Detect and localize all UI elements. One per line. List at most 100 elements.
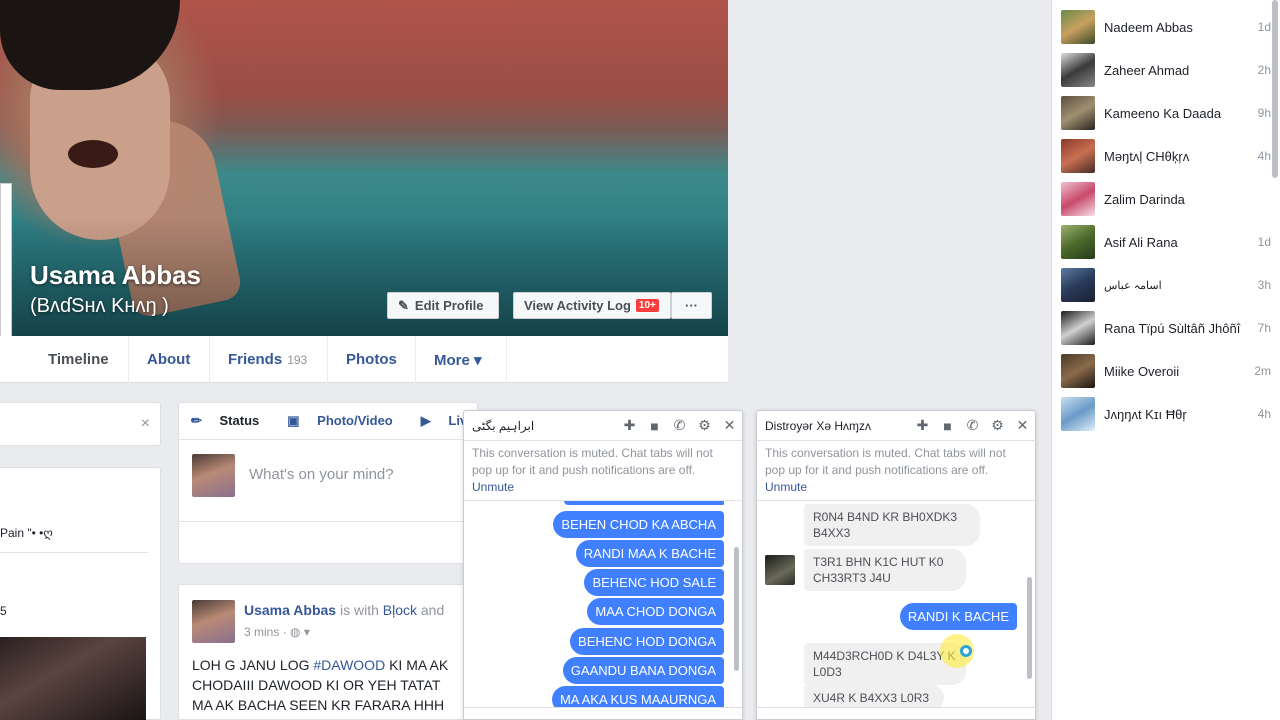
post-header: Usama Abbas is with Bļock and	[244, 602, 444, 618]
message-bubble-incoming: T3R1 BHN K1C HUT K0 CH33RT3 J4U	[804, 549, 966, 591]
video-call-icon[interactable]: ■	[935, 418, 960, 434]
tab-friends[interactable]: Friends 193	[210, 336, 328, 383]
unmute-link[interactable]: Unmute	[472, 480, 514, 494]
photo-thumbnail[interactable]	[0, 637, 146, 720]
close-icon[interactable]: ×	[141, 415, 150, 433]
unmute-link[interactable]: Unmute	[765, 480, 807, 494]
contact-item[interactable]: Rana Tïpú Sùltâñ Jhôñî 7h	[1061, 310, 1271, 346]
message-bubble: RANDI K BACHE	[899, 603, 1017, 630]
muted-notice: This conversation is muted. Chat tabs wi…	[464, 441, 742, 501]
contact-item[interactable]: Məŋtʌļ CНθķŗʌ 4h	[1061, 138, 1271, 174]
contact-name: Rana Tïpú Sùltâñ Jhôñî	[1104, 320, 1241, 336]
chat-input[interactable]	[464, 707, 742, 719]
chat-window-2: Distroyər Xə Hʌɱzʌ ✚ ■ ✆ ⚙ ✕ This conver…	[756, 410, 1036, 720]
phone-icon[interactable]: ✆	[960, 417, 985, 434]
close-icon[interactable]: ✕	[717, 417, 742, 434]
chat-header[interactable]: Distroyər Xə Hʌɱzʌ ✚ ■ ✆ ⚙ ✕	[757, 411, 1035, 441]
contact-item[interactable]: اسامہ عباس 3h	[1061, 267, 1271, 303]
edit-profile-button[interactable]: ✎ Edit Profile	[387, 292, 499, 319]
status-composer: ✏ Status ▣ Photo/Video ▶ Live video What…	[178, 402, 478, 564]
contact-avatar	[1061, 225, 1095, 259]
contact-name: Zaheer Ahmad	[1104, 62, 1190, 78]
globe-icon[interactable]: · ◍ ▾	[283, 625, 310, 639]
tab-photos[interactable]: Photos	[328, 336, 416, 383]
message-bubble-incoming: XU4R K B4XX3 L0R3	[804, 685, 944, 707]
contact-time: 3h	[1257, 278, 1271, 292]
post-with: is with	[339, 602, 379, 618]
tab-about[interactable]: About	[129, 336, 210, 383]
contact-name: Məŋtʌļ CНθķŗʌ	[1104, 148, 1190, 164]
contact-item[interactable]: Nadeem Abbas 1d	[1061, 9, 1271, 45]
composer-avatar[interactable]	[192, 454, 235, 497]
contact-item[interactable]: Asif Ali Rana 1d	[1061, 224, 1271, 260]
view-activity-log-button[interactable]: View Activity Log 10+	[513, 292, 671, 319]
composer-photo-tab[interactable]: ▣ Photo/Video	[287, 413, 407, 429]
post-and: and	[420, 602, 445, 618]
post-tagged[interactable]: Bļock	[383, 602, 417, 618]
edit-profile-label: Edit Profile	[414, 298, 484, 313]
seen-indicator-icon	[960, 645, 972, 657]
profile-name[interactable]: Usama Abbas	[30, 260, 201, 291]
add-people-icon[interactable]: ✚	[910, 417, 935, 434]
status-input[interactable]: What's on your mind?	[249, 466, 394, 483]
message-bubble: MA AKA KUS MAAURNGA	[551, 686, 724, 707]
post-time[interactable]: 3 mins	[244, 625, 279, 639]
composer-tabs: ✏ Status ▣ Photo/Video ▶ Live video	[179, 403, 477, 440]
contact-time: 2h	[1257, 63, 1271, 77]
profile-nav: Timeline About Friends 193 Photos More ▾	[0, 336, 728, 383]
sender-avatar[interactable]	[765, 555, 795, 585]
message-bubble-partial	[564, 501, 724, 505]
composer-status-tab[interactable]: ✏ Status	[191, 413, 273, 429]
phone-icon[interactable]: ✆	[667, 417, 692, 434]
pencil-icon: ✏	[191, 413, 206, 428]
intro-number: 5	[0, 604, 7, 618]
chat-scrollbar[interactable]	[734, 547, 739, 671]
chat-title[interactable]: ابراہیم بگٹی	[472, 419, 617, 433]
contact-item[interactable]: Kameeno Ka Daada 9h	[1061, 95, 1271, 131]
tab-friends-label: Friends	[228, 351, 283, 368]
tab-photos-label: Photos	[346, 351, 397, 368]
sidebar-scrollbar[interactable]	[1272, 0, 1278, 178]
status-label: Status	[219, 413, 260, 428]
message-bubble-incoming: R0N4 B4ND KR BH0XDK3 B4XX3	[804, 504, 980, 546]
chat-title[interactable]: Distroyər Xə Hʌɱzʌ	[765, 419, 910, 433]
contact-avatar	[1061, 139, 1095, 173]
contact-avatar	[1061, 311, 1095, 345]
contact-name: Zalim Darinda	[1104, 191, 1185, 207]
contact-item[interactable]: Zaheer Ahmad 2h	[1061, 52, 1271, 88]
contact-item[interactable]: Miike Overoii 2m	[1061, 353, 1271, 389]
contact-name: Nadeem Abbas	[1104, 19, 1193, 35]
message-bubble: BEHEN CHOD KA ABCHA	[553, 511, 724, 538]
add-people-icon[interactable]: ✚	[617, 417, 642, 434]
contact-time: 1d	[1257, 20, 1271, 34]
post-hashtag[interactable]: #DAWOOD	[313, 657, 385, 673]
message-bubble: GAANDU BANA DONGA	[562, 657, 724, 684]
message-list: BEHEN CHOD KA ABCHA RANDI MAA K BACHE BE…	[464, 501, 742, 707]
left-intro-box: Pain "• •ღ 5	[0, 467, 161, 720]
divider	[0, 552, 148, 553]
gear-icon[interactable]: ⚙	[985, 417, 1010, 434]
tab-more[interactable]: More ▾	[416, 336, 507, 383]
gear-icon[interactable]: ⚙	[692, 417, 717, 434]
chat-input[interactable]	[757, 707, 1035, 719]
view-activity-label: View Activity Log	[524, 298, 631, 313]
contact-item[interactable]: Jʌŋŋʌt Kɪı Ħθŗ 4h	[1061, 396, 1271, 432]
tab-timeline[interactable]: Timeline	[30, 336, 129, 383]
post-line-1b: KI MA AK	[385, 657, 449, 673]
video-call-icon[interactable]: ■	[642, 418, 667, 434]
message-bubble: BEHENC HOD SALE	[584, 569, 724, 596]
chat-header[interactable]: ابراہیم بگٹی ✚ ■ ✆ ⚙ ✕	[464, 411, 742, 441]
post-avatar[interactable]	[192, 600, 235, 643]
chat-scrollbar[interactable]	[1027, 577, 1032, 679]
post-author[interactable]: Usama Abbas	[244, 602, 336, 618]
contact-avatar	[1061, 182, 1095, 216]
contact-item[interactable]: Zalim Darinda	[1061, 181, 1271, 217]
message-bubble: MAA CHOD DONGA	[587, 598, 724, 625]
close-icon[interactable]: ✕	[1010, 417, 1035, 434]
friends-count: 193	[287, 352, 308, 367]
contact-avatar	[1061, 10, 1095, 44]
more-options-button[interactable]: ···	[671, 292, 712, 319]
message-bubble: BEHENC HOD DONGA	[570, 628, 724, 655]
tab-more-label: More ▾	[434, 351, 482, 369]
contact-time: 1d	[1257, 235, 1271, 249]
